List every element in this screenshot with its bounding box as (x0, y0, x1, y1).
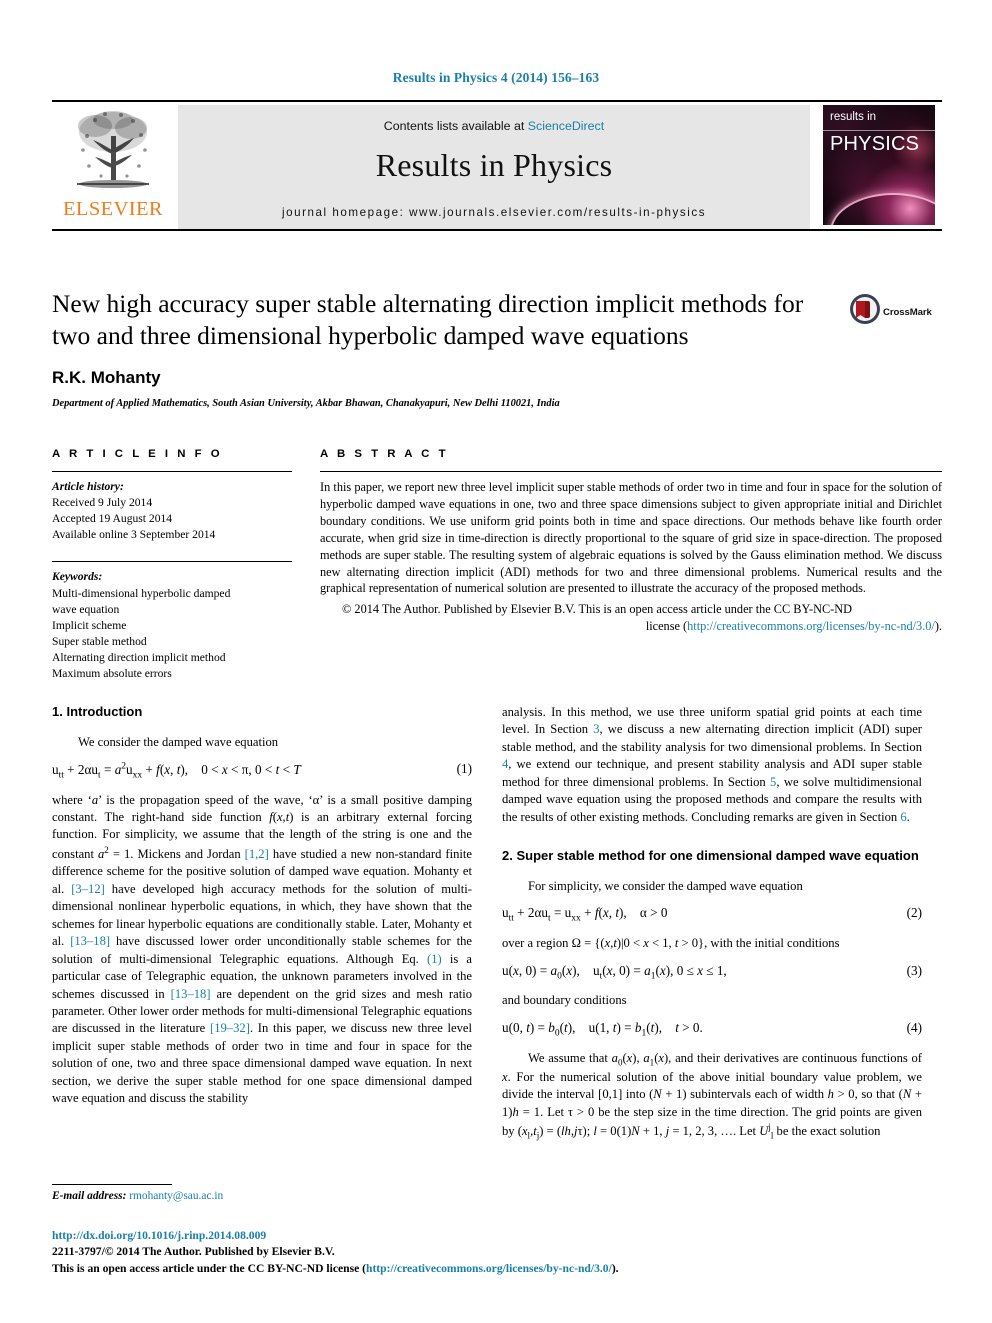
footnote-block: E-mail address: rmohanty@sau.ac.in (52, 1184, 472, 1202)
elsevier-logo: ELSEVIER (54, 106, 172, 226)
equation-3-number: (3) (906, 962, 922, 978)
cover-arc-decoration (829, 193, 935, 225)
license-prefix: license ( (645, 619, 688, 634)
equation-4: u(0, t) = b0(t), u(1, t) = b1(t), t > 0.… (502, 1019, 922, 1041)
cover-physics-label: PHYSICS (830, 133, 920, 155)
abstract-column: A B S T R A C T In this paper, we report… (320, 448, 942, 635)
equation-3-body: u(x, 0) = a0(x), ut(x, 0) = a1(x), 0 ≤ x… (502, 962, 727, 982)
cover-results-label: results in (830, 111, 877, 123)
super-stable-paragraph-2: over a region Ω = {(x,t)|0 < x < 1, t > … (502, 936, 840, 951)
keywords-list: Keywords: Multi-dimensional hyperbolic d… (52, 569, 292, 682)
license-suffix: ). (934, 619, 942, 634)
section-heading-super-stable: 2. Super stable method for one dimension… (502, 848, 919, 864)
email-label: E-mail address: (52, 1190, 127, 1202)
article-info-heading: A R T I C L E I N F O (52, 448, 223, 460)
article-history: Article history: Received 9 July 2014 Ac… (52, 479, 292, 543)
copyright-lead: © 2014 The Author. Published by Elsevier… (342, 602, 853, 617)
journal-masthead: ELSEVIER Contents lists available at Sci… (52, 100, 942, 231)
super-stable-paragraph-3: and boundary conditions (502, 993, 627, 1008)
journal-homepage[interactable]: journal homepage: www.journals.elsevier.… (178, 206, 810, 219)
keyword-item: Super stable method (52, 634, 147, 648)
keyword-item: Implicit scheme (52, 618, 127, 632)
keyword-item: Alternating direction implicit method (52, 650, 226, 664)
doi-link[interactable]: http://dx.doi.org/10.1016/j.rinp.2014.08… (52, 1229, 266, 1242)
section-heading-introduction: 1. Introduction (52, 704, 143, 719)
equation-3: u(x, 0) = a0(x), ut(x, 0) = a1(x), 0 ≤ x… (502, 962, 922, 984)
email-footnote: E-mail address: rmohanty@sau.ac.in (52, 1190, 472, 1202)
elsevier-wordmark: ELSEVIER (63, 198, 163, 220)
equation-1-body: utt + 2αut = a2uxx + f(x, t), 0 < x < π,… (52, 761, 301, 781)
article-history-label: Article history: (52, 480, 124, 493)
history-available: Available online 3 September 2014 (52, 528, 216, 542)
journal-title: Results in Physics (375, 147, 613, 183)
article-info-rule (52, 471, 292, 472)
keyword-item: Multi-dimensional hyperbolic damped (52, 586, 231, 600)
footer-license-prefix: This is an open access article under the… (52, 1261, 366, 1275)
body-column-left: 1. Introduction We consider the damped w… (52, 704, 472, 1108)
equation-1: utt + 2αut = a2uxx + f(x, t), 0 < x < π,… (52, 760, 472, 782)
footer-license-suffix: ). (611, 1261, 619, 1275)
journal-cover-image: results in PHYSICS (823, 105, 935, 225)
paper-page: Results in Physics 4 (2014) 156–163 ELSE… (0, 0, 992, 1323)
abstract-heading: A B S T R A C T (320, 448, 449, 460)
issn-copyright: 2211-3797/© 2014 The Author. Published b… (52, 1245, 335, 1259)
journal-cover: results in PHYSICS (818, 105, 940, 229)
email-link[interactable]: rmohanty@sau.ac.in (129, 1190, 223, 1202)
footer-license: This is an open access article under the… (52, 1261, 652, 1277)
contents-prefix: Contents lists available at (383, 119, 528, 133)
page-title: New high accuracy super stable alternati… (52, 289, 804, 351)
crossmark-label: CrossMark (883, 307, 932, 318)
equation-2: utt + 2αut = uxx + f(x, t), α > 0 (2) (502, 904, 922, 926)
title-block: New high accuracy super stable alternati… (52, 288, 842, 409)
history-accepted: Accepted 19 August 2014 (52, 512, 173, 526)
keyword-item: Maximum absolute errors (52, 667, 172, 681)
intro-paragraph-1: We consider the damped wave equation (78, 734, 279, 749)
keywords-rule (52, 561, 292, 563)
keyword-item: wave equation (52, 602, 120, 616)
license-link[interactable]: http://creativecommons.org/licenses/by-n… (687, 619, 935, 633)
doi-link-row[interactable]: http://dx.doi.org/10.1016/j.rinp.2014.08… (52, 1228, 652, 1244)
super-stable-paragraph-1: For simplicity, we consider the damped w… (528, 878, 803, 893)
equation-2-number: (2) (906, 905, 922, 921)
super-stable-paragraph-4: We assume that a0(x), a1(x), and their d… (502, 1050, 922, 1141)
abstract-rule (320, 471, 942, 472)
equation-1-number: (1) (456, 761, 472, 777)
abstract-text: In this paper, we report new three level… (320, 480, 942, 596)
sciencedirect-link[interactable]: ScienceDirect (528, 119, 604, 133)
author-list: R.K. Mohanty (52, 368, 161, 388)
affiliation: Department of Applied Mathematics, South… (52, 398, 560, 410)
article-info-column: A R T I C L E I N F O Article history: R… (52, 448, 292, 682)
intro-paragraph-2: where ‘a’ is the propagation speed of th… (52, 792, 473, 1106)
crossmark-badge[interactable]: CrossMark (849, 293, 941, 337)
equation-4-body: u(0, t) = b0(t), u(1, t) = b1(t), t > 0. (502, 1019, 703, 1039)
footer-license-link[interactable]: http://creativecommons.org/licenses/by-n… (366, 1262, 612, 1275)
crossmark-icon (850, 294, 880, 324)
equation-2-body: utt + 2αut = uxx + f(x, t), α > 0 (502, 905, 668, 925)
cover-divider (823, 130, 935, 131)
body-column-right: analysis. In this method, we use three u… (502, 704, 922, 1142)
intro-continuation: analysis. In this method, we use three u… (502, 705, 923, 824)
running-head: Results in Physics 4 (2014) 156–163 (392, 70, 600, 85)
contents-line: Contents lists available at ScienceDirec… (178, 105, 810, 133)
history-received: Received 9 July 2014 (52, 496, 153, 510)
equation-4-number: (4) (906, 1019, 922, 1035)
footnote-rule (52, 1184, 172, 1185)
abstract-copyright: © 2014 The Author. Published by Elsevier… (320, 601, 942, 635)
footer-block: http://dx.doi.org/10.1016/j.rinp.2014.08… (52, 1228, 652, 1277)
elsevier-tree-icon (77, 111, 149, 188)
journal-band: Contents lists available at ScienceDirec… (178, 105, 810, 229)
keywords-label: Keywords: (52, 570, 103, 584)
